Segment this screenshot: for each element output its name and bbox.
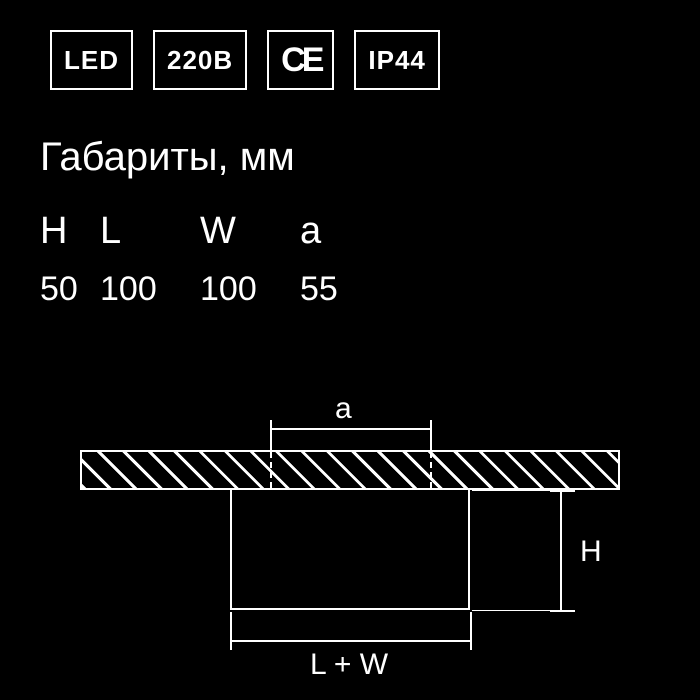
ceiling-section-icon (80, 450, 620, 490)
val-w: 100 (200, 270, 300, 309)
dim-a-tick (430, 420, 432, 450)
badge-ip: IP44 (354, 30, 440, 90)
dim-lw-tick (230, 612, 232, 650)
col-header-w: W (200, 210, 300, 253)
badge-voltage: 220B (153, 30, 247, 90)
val-l: 100 (100, 270, 200, 309)
val-h: 50 (40, 270, 100, 309)
dim-a-label: a (335, 392, 352, 426)
cutout-edge-left (270, 452, 272, 488)
val-a: 55 (300, 270, 360, 309)
badge-led: LED (50, 30, 133, 90)
dim-h-label: H (580, 535, 602, 569)
badge-row: LED 220B CE IP44 (50, 30, 440, 90)
dim-h-ext (472, 490, 562, 491)
dim-a-line (270, 428, 430, 430)
fixture-body (230, 490, 470, 610)
dim-lw-label: L + W (310, 648, 388, 682)
dim-h-tick (550, 490, 575, 492)
dim-a-tick (270, 420, 272, 450)
cutout-edge-right (430, 452, 432, 488)
schematic-drawing: a H L + W (80, 380, 620, 660)
section-title: Габариты, мм (40, 135, 295, 180)
spec-sheet: LED 220B CE IP44 Габариты, мм H L W a 50… (0, 0, 700, 700)
dim-h-line (560, 490, 562, 610)
dim-lw-tick (470, 612, 472, 650)
col-header-l: L (100, 210, 200, 253)
dim-lw-line (230, 640, 470, 642)
col-header-a: a (300, 210, 360, 253)
dim-table-header: H L W a (40, 210, 360, 253)
dim-h-ext (472, 610, 562, 611)
badge-ce: CE (267, 30, 334, 90)
dim-h-tick (550, 610, 575, 612)
col-header-h: H (40, 210, 100, 253)
dim-table-row: 50 100 100 55 (40, 270, 360, 309)
